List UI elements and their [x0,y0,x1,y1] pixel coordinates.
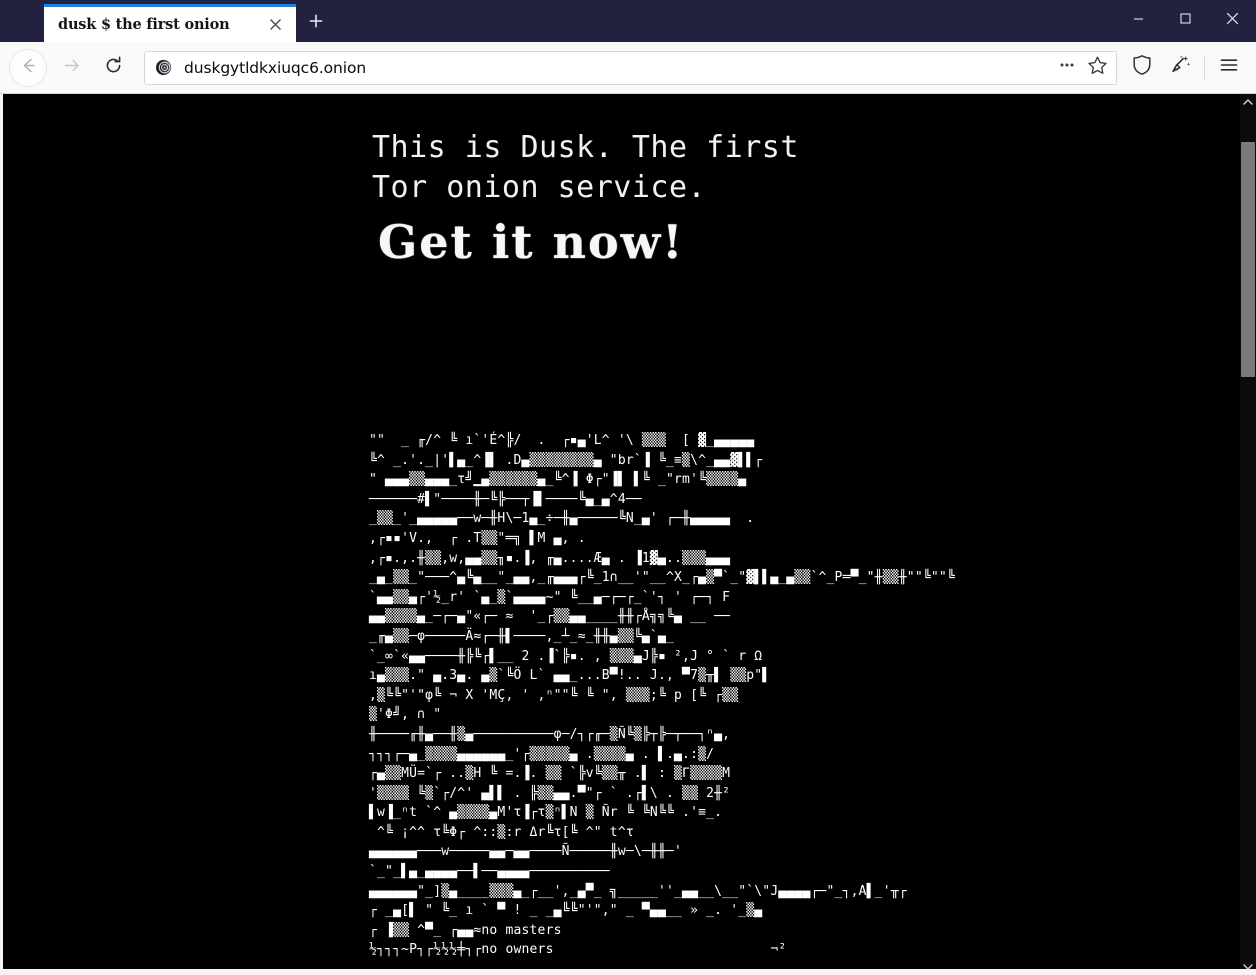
tab-active[interactable]: dusk $ the first onion [44,4,296,42]
url-bar[interactable]: duskgytldkxiuqc6.onion [144,50,1117,85]
url-input[interactable]: duskgytldkxiuqc6.onion [184,59,1052,77]
scrollbar-thumb[interactable] [1241,142,1255,377]
broom-sparkle-icon [1169,54,1191,81]
ellipsis-icon [1057,55,1077,80]
close-button[interactable] [1209,0,1256,42]
get-it-now-link[interactable]: Get it now! [378,214,1012,270]
ascii-art-row: ┌ ▐▒▒ ^▀_ ┌▄▄≈no masters [369,922,562,938]
tab-close-icon[interactable] [262,12,288,38]
new-identity-button[interactable] [1163,51,1197,85]
hero-line-2: Tor onion service. [372,170,707,205]
chevron-up-icon [1243,93,1253,111]
ascii-art-row: ┌ _▄[▌ " ╚_ ı ` ▀ ! _ _▄╚╚"'"," _ ▀▄▄__ … [369,903,763,919]
scroll-up-button[interactable] [1240,94,1256,110]
tab-title: dusk $ the first onion [58,16,230,33]
star-icon [1087,55,1108,81]
page-actions-button[interactable] [1052,54,1082,82]
ascii-art-row: ▌w▐_ⁿt `^ ▄▒▒▒▒▄M'τ▐┌τ▒ⁿ▌N ▒ Ñr ╚ ╚N╚╚ .… [369,805,723,821]
hero-line-1: This is Dusk. The first [372,130,799,165]
ascii-art-row: " ▄▄▄▒▒▄▄▄_τ╝▁▄▒▒▒▒▒▒▄_╚^▐ Φ┌"▐▌ ▌╚ _"rm… [369,472,747,488]
arrow-left-icon [19,56,38,80]
ascii-art-row: ▄▄▄▄▄▄"_]▒▄____▒▒▒▄_┌__',_▄▀_ ╗_____''_▄… [369,883,907,899]
ascii-art-row: _▒▒_'_▄▄▄▄▄──w─╫H\─1▄_÷─╫▄─────╚N_▄' ┌─╫… [369,511,755,527]
ascii-art-row: _╓▄▒▒─φ─────Ä≈┌─╫▌────,_┴_≈_╫╫▄▒▒╚▄`▄_ [369,628,675,644]
forward-button[interactable] [53,50,89,86]
new-tab-button[interactable] [296,4,336,42]
minimize-icon [1132,12,1145,30]
back-button[interactable] [9,48,47,87]
maximize-button[interactable] [1162,0,1209,42]
navigation-toolbar: duskgytldkxiuqc6.onion [0,42,1256,94]
ascii-art-row: `_"_▌▄_▄▄▄▄──▌──▄▄▄▄────────── [369,864,610,880]
ascii-art-row: ┌▄▒▒MÜ=`┌ ..▒H ╚ =.▐. ▒▒ `╠v╚▒▒╥ .▌ : ▒Γ… [369,766,731,782]
minimize-button[interactable] [1115,0,1162,42]
ascii-art-row: ^╚ ¡^^ τ╚Φ┌ ^::▒:r Δr╚τ[╚ ^" t^τ [369,824,634,840]
maximize-icon [1179,12,1192,30]
ascii-art-row: ┐┐┐┌─▄_▒▒▒▒▄▄▄▄▄▄_'┌▒▒▒▒▒▄ .▒▒▒▒▄ . ▌.▄.… [369,746,715,762]
title-bar: dusk $ the first onion [0,0,1256,42]
ascii-art-row: ,┌▪.,.╫▒▒,w,▄▄▒▒╖▪.▐, ╓▄....Æ▄ . ▐1▓▄..▒… [369,550,731,566]
hero-section: This is Dusk. The first Tor onion servic… [372,128,1012,270]
shield-icon [1131,54,1153,81]
ascii-art-row: "" _ ╓/^ ╚ ı`'É^╠/ . ┌▪▄'L^ '\ ▒▒▒ [ ▓_▄… [369,433,755,448]
tab-strip: dusk $ the first onion [0,0,336,42]
ascii-art-row: ╫────╓╫▄──╫▒▄──────────φ─/┐┌╓─▒Ñ╚▒╠┬╠─┬─… [369,726,731,742]
ascii-art-row: ──────#▌"────╫─╚╠──┬▐▌────╚▄_▄^4── [369,491,642,507]
ascii-art-row: ½┐┐┐~P┐┌½½½╪┐┌no owners ¬² [369,942,787,958]
toolbar-separator [1204,56,1205,79]
vertical-scrollbar[interactable] [1240,94,1256,975]
page-viewport: This is Dusk. The first Tor onion servic… [0,94,1256,975]
reload-icon [103,55,124,81]
ascii-art-row: ▄▄▄▄▄▄───w─────▄▄─▄▄────Ñ─────╫w─\─╫╫─' [369,844,683,860]
bookmark-button[interactable] [1082,54,1112,82]
window-bottom-border [0,969,1256,975]
reload-button[interactable] [95,50,131,86]
ascii-art-row: ı▄▒▒▒." ▄.3▄. ▄▒`╚Ö L` ▄▄_...B▀!.. J., ▀… [369,668,771,684]
ascii-art-row: ╚^ _.'._|'▌▄_^▐▌ .D▄▒▒▒▒▒▒▒▒▄ "br`▐ ╚_≡▒… [369,452,763,468]
ascii-art-row: _▄_▒▒_"───^▄╚▄__"_▄▄,_╓▄▄▄┌╚_1∩__'"__^X_… [369,570,955,586]
window-controls [1115,0,1256,42]
page-body: This is Dusk. The first Tor onion servic… [3,94,1232,975]
ascii-art-row: ,┌▪▪'V., ┌ .T▒▒"═╗ ▌M ▄, . [369,530,586,546]
ascii-art-row: '▒▒▒▒ ╚▒`┌/^' ▄▌▌ . ╠▒▒▄▄.▀"┌ ` .┌▌\ . ▒… [369,785,731,801]
tracking-protection-button[interactable] [1125,51,1159,85]
ascii-art-row: `_∞`«▄▄────╫╠╚┌▌__ 2 .▐`╠▪. , ▒▒▒▄J╠▪ ²,… [369,648,763,664]
ascii-art-block: "" _ ╓/^ ╚ ı`'É^╠/ . ┌▪▄'L^ '\ ▒▒▒ [ ▓_▄… [369,431,1232,960]
ascii-art-row: `▄▄▒▒▄┌'½_r' `▄_▒`▄▄▄▄~" ╚__▄─┌─┌_`'┐ ' … [369,589,731,605]
browser-window: dusk $ the first onion duskgytldkxiuqc6.… [0,0,1256,975]
ascii-art-row: ▄▄▒▒▒▒▄_─┌─▄"«┌─ ≈ '_┌▒▒▄▄____╫╫┌Å╗╗╚▄ _… [369,609,731,625]
plus-icon [308,13,324,34]
app-menu-button[interactable] [1212,51,1246,85]
hamburger-menu-icon [1219,55,1239,80]
arrow-right-icon [62,56,81,80]
ascii-art-row: ,▒╚╚"'"φ╚ ¬ X 'MÇ, ' ,ⁿ""╚ ╚ ", ▒▒▒;╚ p … [369,687,739,703]
ascii-art-row: ▒'Φ╝, ∩ " [369,707,442,723]
onion-icon [155,59,172,76]
close-icon [1225,11,1240,31]
